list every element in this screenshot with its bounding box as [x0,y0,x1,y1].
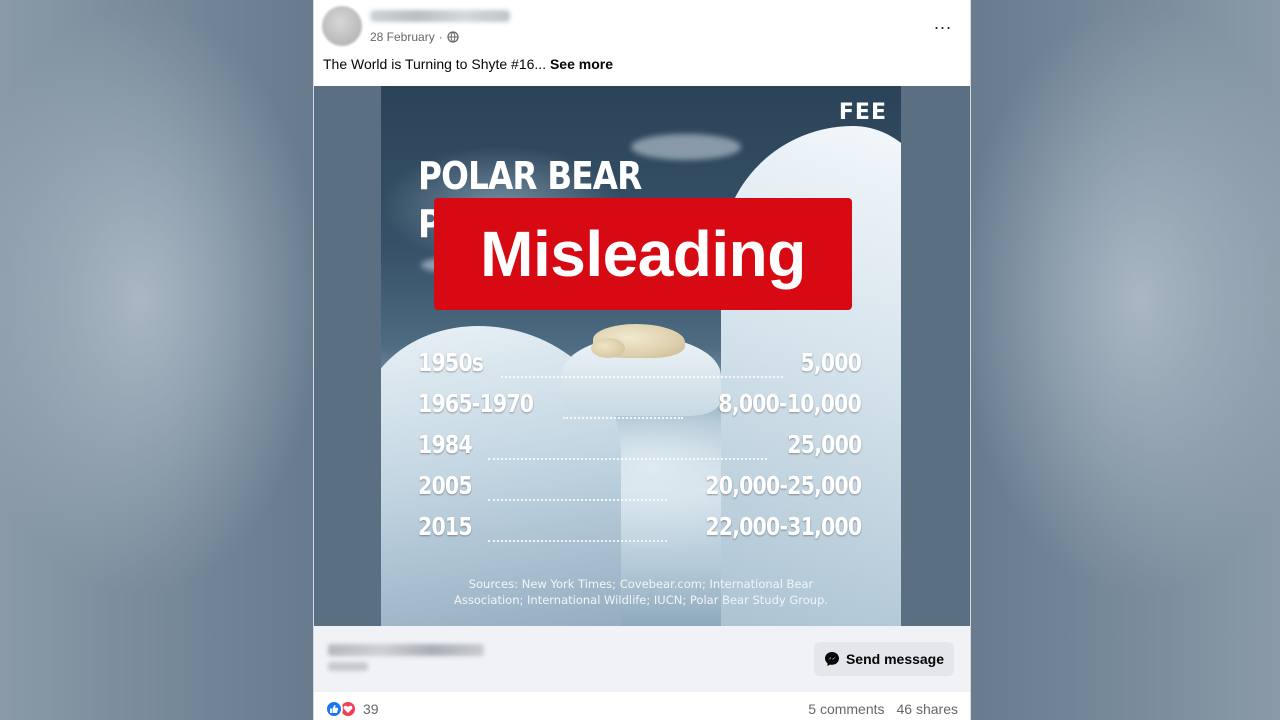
send-message-button[interactable]: Send message [814,642,954,676]
row-period: 1984 [418,430,473,459]
fee-logo: FEE [838,100,887,125]
shares-count-link[interactable]: 46 shares [897,701,958,717]
cloud-shape [631,134,741,160]
row-count: 5,000 [800,348,862,377]
polar-bear-infographic: FEE POLAR BEAR P Misleading 1950s 5,000 … [381,86,901,626]
dotted-leader [487,457,767,460]
post-date[interactable]: 28 February [370,30,435,44]
messenger-icon [824,652,839,666]
row-count: 22,000-31,000 [704,512,862,541]
meta-separator: · [438,30,443,44]
facebook-post: 28 February · ... The World is Turning t… [313,0,971,720]
title-line-1: POLAR BEAR [418,154,642,198]
globe-icon [447,31,459,43]
send-message-label: Send message [845,651,945,667]
like-reaction-icon [325,700,343,718]
post-header: 28 February · ... [314,0,970,56]
profile-bar: Send message [314,626,970,692]
engagement-stats: 5 comments 46 shares [808,701,958,717]
row-count: 20,000-25,000 [704,471,862,500]
dotted-leader [562,416,684,419]
table-row: 2005 20,000-25,000 [418,471,862,512]
author-avatar[interactable] [322,6,362,46]
population-table: 1950s 5,000 1965-1970 8,000-10,000 1984 … [418,348,862,553]
post-caption: The World is Turning to Shyte #16... See… [323,56,613,72]
comments-count-link[interactable]: 5 comments [808,701,884,717]
caption-text: The World is Turning to Shyte #16... [323,56,547,72]
table-row: 1984 25,000 [418,430,862,471]
reactions-summary[interactable]: 39 [325,700,379,718]
post-meta: 28 February · [370,30,459,44]
sources-note: Sources: New York Times; Covebear.com; I… [401,576,881,608]
table-row: 1950s 5,000 [418,348,862,389]
row-count: 8,000-10,000 [718,389,861,418]
table-row: 1965-1970 8,000-10,000 [418,389,862,430]
misleading-label-badge: Misleading [434,198,852,310]
sources-line-2: Association; International Wildlife; IUC… [454,593,828,607]
row-count: 25,000 [786,430,862,459]
see-more-link[interactable]: See more [550,56,613,72]
table-row: 2015 22,000-31,000 [418,512,862,553]
dotted-leader [501,375,783,378]
profile-name-redacted[interactable] [328,644,484,656]
dotted-leader [487,498,667,501]
author-name-redacted[interactable] [370,10,510,22]
row-period: 1950s [418,348,484,377]
profile-subtitle-redacted [328,662,368,671]
row-period: 1965-1970 [418,389,534,418]
more-options-icon[interactable]: ... [934,14,952,32]
post-media[interactable]: FEE POLAR BEAR P Misleading 1950s 5,000 … [314,86,970,626]
reaction-count: 39 [363,701,379,717]
sources-line-1: Sources: New York Times; Covebear.com; I… [468,577,814,591]
row-period: 2005 [418,471,473,500]
row-period: 2015 [418,512,473,541]
misleading-label-text: Misleading [480,218,806,290]
post-footer: 39 5 comments 46 shares [314,692,970,720]
dotted-leader [487,539,667,542]
